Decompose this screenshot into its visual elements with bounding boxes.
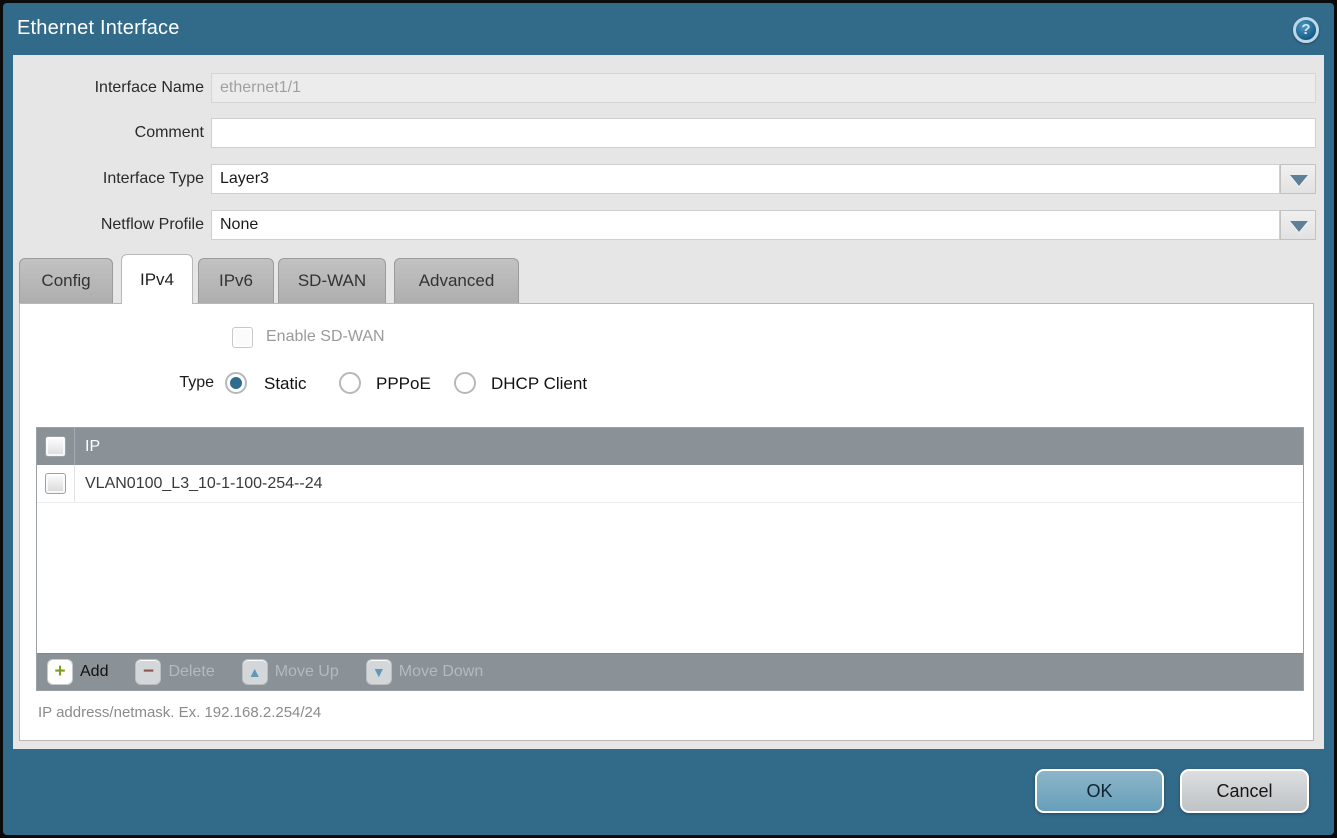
help-icon[interactable]: ?: [1293, 17, 1319, 43]
title-bar: Ethernet Interface ?: [3, 3, 1334, 55]
enable-sdwan-label: Enable SD-WAN: [266, 328, 385, 346]
ip-address-table: IP VLAN0100_L3_10-1-100-254--24 +: [36, 427, 1304, 691]
netflow-profile-label: Netflow Profile: [13, 210, 204, 240]
add-button-label: Add: [80, 663, 108, 681]
minus-icon: −: [135, 659, 161, 685]
type-row: Type Static PPPoE DHCP Client: [20, 372, 1313, 396]
dialog-frame: Ethernet Interface ? Interface Name Comm…: [3, 3, 1334, 835]
netflow-profile-select[interactable]: None: [211, 210, 1280, 240]
ip-cell-value: VLAN0100_L3_10-1-100-254--24: [75, 475, 323, 493]
table-body: VLAN0100_L3_10-1-100-254--24: [37, 465, 1303, 653]
tab-config[interactable]: Config: [19, 258, 113, 303]
row-checkbox-cell: [37, 465, 75, 502]
ok-button[interactable]: OK: [1035, 769, 1164, 813]
row-checkbox[interactable]: [45, 473, 66, 494]
ip-column-header: IP: [75, 438, 100, 456]
add-button[interactable]: + Add: [47, 659, 108, 685]
radio-static-label: Static: [264, 374, 307, 394]
ipv4-tab-panel: Enable SD-WAN Type Static PPPoE DHCP Cli…: [19, 303, 1314, 741]
arrow-down-icon: ▼: [366, 659, 392, 685]
arrow-up-icon: ▲: [242, 659, 268, 685]
move-down-button-label: Move Down: [399, 663, 483, 681]
delete-button[interactable]: − Delete: [135, 659, 214, 685]
type-label: Type: [114, 374, 214, 392]
move-up-button[interactable]: ▲ Move Up: [242, 659, 339, 685]
interface-name-field: [211, 73, 1316, 103]
ip-format-hint: IP address/netmask. Ex. 192.168.2.254/24: [38, 704, 321, 721]
tab-ipv6[interactable]: IPv6: [198, 258, 274, 303]
dialog-content: Interface Name Comment Interface Type La…: [13, 55, 1324, 749]
tab-sd-wan[interactable]: SD-WAN: [278, 258, 386, 303]
enable-sdwan-row: Enable SD-WAN: [20, 327, 1313, 351]
select-all-checkbox[interactable]: [45, 436, 66, 457]
comment-label: Comment: [13, 118, 204, 148]
interface-name-label: Interface Name: [13, 73, 204, 103]
move-down-button[interactable]: ▼ Move Down: [366, 659, 483, 685]
radio-pppoe-label: PPPoE: [376, 374, 431, 394]
dialog-title: Ethernet Interface: [17, 17, 180, 40]
interface-type-dropdown-button[interactable]: [1280, 164, 1316, 194]
move-up-button-label: Move Up: [275, 663, 339, 681]
radio-dhcp-client-label: DHCP Client: [491, 374, 587, 394]
table-row[interactable]: VLAN0100_L3_10-1-100-254--24: [37, 465, 1303, 503]
ethernet-interface-dialog: Ethernet Interface ? Interface Name Comm…: [0, 0, 1337, 838]
delete-button-label: Delete: [168, 663, 214, 681]
radio-static[interactable]: [225, 372, 247, 394]
tab-advanced[interactable]: Advanced: [394, 258, 519, 303]
comment-field[interactable]: [211, 118, 1316, 148]
table-toolbar: + Add − Delete ▲ Move Up ▼: [37, 653, 1303, 690]
tab-ipv4[interactable]: IPv4: [121, 254, 193, 304]
radio-dot: [230, 377, 242, 389]
netflow-profile-dropdown-button[interactable]: [1280, 210, 1316, 240]
plus-icon: +: [47, 659, 73, 685]
cancel-button[interactable]: Cancel: [1180, 769, 1309, 813]
radio-pppoe[interactable]: [339, 372, 361, 394]
radio-dhcp-client[interactable]: [454, 372, 476, 394]
interface-type-select[interactable]: Layer3: [211, 164, 1280, 194]
chevron-down-icon: [1290, 221, 1308, 232]
table-header: IP: [37, 428, 1303, 465]
enable-sdwan-checkbox[interactable]: [232, 327, 253, 348]
select-all-cell: [37, 428, 75, 465]
interface-type-label: Interface Type: [13, 164, 204, 194]
chevron-down-icon: [1290, 175, 1308, 186]
